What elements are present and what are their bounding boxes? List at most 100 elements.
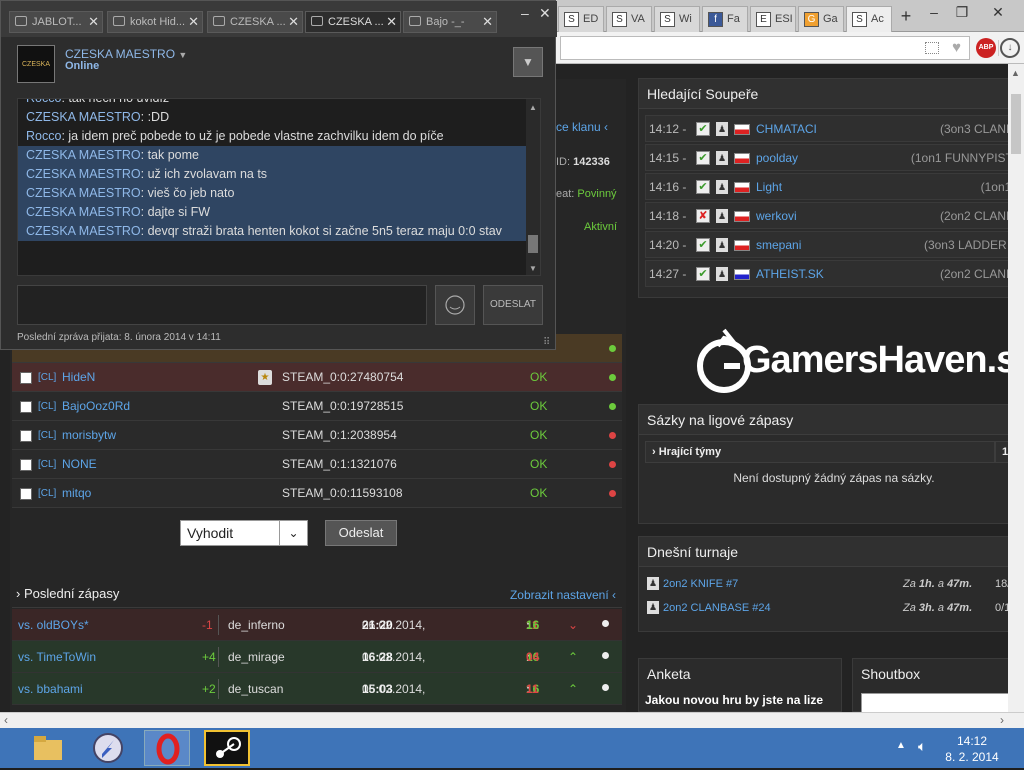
action-select[interactable]: Vyhodit ⌄ — [180, 520, 308, 546]
file-explorer-icon[interactable] — [24, 730, 70, 766]
tournament-name[interactable]: 2on2 CLANBASE #24 — [663, 597, 771, 619]
tray-arrow-icon[interactable]: ▲ — [896, 740, 906, 751]
chat-close-button[interactable]: ✕ — [539, 5, 551, 22]
browser-tab-2[interactable]: S VA — [606, 6, 652, 32]
volume-icon[interactable]: 🔈︎ — [918, 738, 926, 755]
opponent-row: 14:27 - ✔ ♟ ATHEIST.SK (2on2 CLANBA — [645, 260, 1024, 287]
opponent-name[interactable]: werkovi — [756, 203, 797, 230]
send-action-button[interactable]: Odeslat — [325, 520, 397, 546]
player-checkbox[interactable] — [20, 459, 32, 471]
minimize-window-button[interactable]: – — [922, 4, 946, 24]
chat-bubble-icon — [311, 16, 323, 26]
scroll-up-icon[interactable]: ▲ — [529, 103, 537, 112]
chat-tab-2[interactable]: kokot Hid... ✕ — [107, 11, 203, 33]
scrollbar-thumb[interactable] — [1011, 94, 1021, 154]
match-opponent[interactable]: vs. bbahami — [18, 673, 83, 705]
chat-scrollbar[interactable]: ▲ ▼ — [526, 99, 540, 275]
heart-icon[interactable]: ♥ — [952, 39, 961, 56]
player-row: [CL] HideN ★ STEAM_0:0:27480754 OK — [12, 363, 622, 392]
opponent-name[interactable]: poolday — [756, 145, 798, 172]
player-checkbox[interactable] — [20, 372, 32, 384]
close-icon[interactable]: ✕ — [288, 14, 299, 30]
close-window-button[interactable]: ✕ — [986, 4, 1010, 24]
browser-tab-5[interactable]: E ESI — [750, 6, 796, 32]
matches-settings-link[interactable]: Zobrazit nastavení ‹ — [510, 588, 616, 602]
opponent-mode: (1on1 FUNNYPISTO — [910, 151, 1022, 165]
opponent-name[interactable]: ATHEIST.SK — [756, 261, 824, 288]
resize-grip-icon[interactable]: ⠿ — [543, 337, 550, 348]
shoutbox-input[interactable] — [861, 693, 1021, 713]
browser-tab-6[interactable]: G Ga — [798, 6, 844, 32]
close-icon[interactable]: ✕ — [188, 14, 199, 30]
player-name[interactable]: NONE — [62, 450, 97, 479]
adblock-icon[interactable]: ABP — [976, 38, 996, 58]
grid-icon[interactable] — [925, 42, 939, 54]
chat-options-button[interactable]: ▼ — [513, 47, 543, 77]
page-scrollbar[interactable]: ▲ — [1008, 64, 1024, 712]
x-icon[interactable]: ✘ — [696, 209, 710, 223]
chat-minimize-button[interactable]: – — [521, 5, 529, 21]
new-tab-button[interactable]: + — [894, 6, 918, 26]
send-button[interactable]: ODESLAT — [483, 285, 543, 325]
chat-message: CZESKA MAESTRO: :DD — [18, 108, 540, 127]
tournament-name[interactable]: 2on2 KNIFE #7 — [663, 573, 738, 595]
close-icon[interactable]: ✕ — [482, 14, 493, 30]
check-icon[interactable]: ✔ — [696, 238, 710, 252]
player-name[interactable]: HideN — [62, 363, 95, 392]
chat-tab-3[interactable]: CZESKA ... ✕ — [207, 11, 303, 33]
url-field[interactable]: ♥ — [560, 36, 970, 60]
chat-tab-4[interactable]: CZESKA ... ✕ — [305, 11, 401, 33]
match-opponent[interactable]: vs. oldBOYs* — [18, 609, 89, 641]
player-name[interactable]: BajoOoz0Rd — [62, 392, 130, 421]
chat-tab-1[interactable]: JABLOT... ✕ — [9, 11, 103, 33]
scroll-down-icon[interactable]: ▼ — [529, 264, 537, 273]
check-icon[interactable]: ✔ — [696, 267, 710, 281]
horizontal-scrollbar[interactable]: ‹ › — [0, 712, 1024, 728]
restore-window-button[interactable]: ❐ — [950, 4, 974, 24]
match-opponent[interactable]: vs. TimeToWin — [18, 641, 96, 673]
toolbar-divider — [998, 40, 999, 56]
check-icon[interactable]: ✔ — [696, 122, 710, 136]
close-icon[interactable]: ✕ — [88, 14, 99, 30]
check-icon[interactable]: ✔ — [696, 180, 710, 194]
browser-tab-3[interactable]: S Wi — [654, 6, 700, 32]
download-icon[interactable]: ↓ — [1000, 38, 1020, 58]
match-detail-dot[interactable] — [602, 620, 609, 627]
match-detail-dot[interactable] — [602, 652, 609, 659]
browser-tab-4[interactable]: f Fa — [702, 6, 748, 32]
clock-date[interactable]: 8. 2. 2014 — [942, 750, 1002, 764]
scrollbar-thumb[interactable] — [528, 235, 538, 253]
chat-input[interactable] — [17, 285, 427, 325]
scroll-left-icon[interactable]: ‹ — [4, 713, 8, 727]
match-detail-dot[interactable] — [602, 684, 609, 691]
chevron-down-icon: ▼ — [522, 55, 534, 69]
player-checkbox[interactable] — [20, 430, 32, 442]
player-tag: [CL] — [38, 372, 57, 383]
scroll-right-icon[interactable]: › — [1000, 713, 1004, 727]
chevron-down-icon[interactable]: ▼ — [178, 50, 187, 60]
emoticon-button[interactable] — [435, 285, 475, 325]
last-message-info: Poslední zpráva přijata: 8. února 2014 v… — [17, 332, 221, 343]
player-name[interactable]: morisbytw — [62, 421, 116, 450]
chat-tab-5[interactable]: Bajo -_- ✕ — [403, 11, 497, 33]
opera-icon[interactable] — [144, 730, 190, 766]
scroll-up-icon[interactable]: ▲ — [1011, 68, 1020, 78]
browser-tab-7[interactable]: S Ac — [846, 6, 892, 32]
tournament-time-hours: 1h. — [918, 578, 935, 590]
player-checkbox[interactable] — [20, 488, 32, 500]
steam-icon[interactable] — [204, 730, 250, 766]
player-checkbox[interactable] — [20, 401, 32, 413]
contact-name[interactable]: CZESKA MAESTRO ▼ — [65, 47, 187, 61]
launcher-icon[interactable] — [86, 730, 132, 766]
opponent-name[interactable]: CHMATACI — [756, 116, 817, 143]
clan-link[interactable]: ce klanu ‹ — [556, 116, 626, 138]
check-icon[interactable]: ✔ — [696, 151, 710, 165]
avatar[interactable]: CZESKA — [17, 45, 55, 83]
clock-time[interactable]: 14:12 — [942, 734, 1002, 748]
browser-tab-1[interactable]: S ED — [558, 6, 604, 32]
close-icon[interactable]: ✕ — [386, 14, 397, 30]
chat-log[interactable]: Rocco: tak nech no uvidíz CZESKA MAESTRO:… — [17, 98, 541, 276]
opponent-name[interactable]: Light — [756, 174, 782, 201]
opponent-name[interactable]: smepani — [756, 232, 801, 259]
player-name[interactable]: mitqo — [62, 479, 91, 508]
